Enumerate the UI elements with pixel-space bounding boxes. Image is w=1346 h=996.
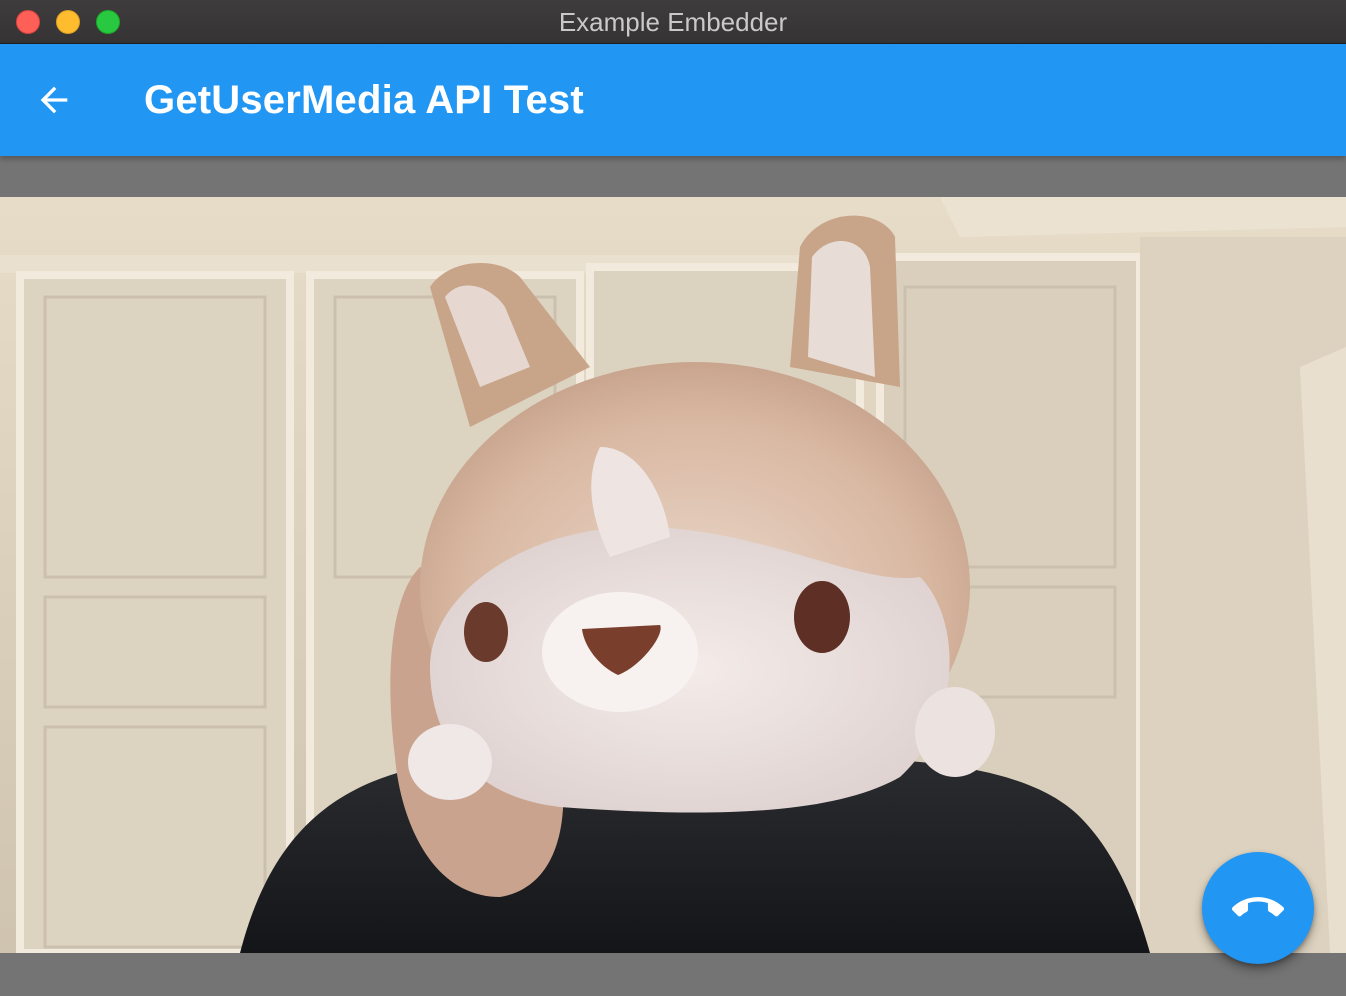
back-button[interactable] (22, 68, 86, 132)
window-titlebar: Example Embedder (0, 0, 1346, 44)
call-end-icon (1232, 897, 1284, 917)
window-title: Example Embedder (558, 7, 788, 37)
arrow-back-icon (40, 86, 68, 114)
camera-feed-image (0, 197, 1346, 953)
app-bar: GetUserMedia API Test (0, 44, 1346, 156)
page-title: GetUserMedia API Test (144, 78, 584, 122)
app-window: Example Embedder GetUserMedia API Test (0, 0, 1346, 996)
hangup-button[interactable] (1202, 852, 1314, 964)
video-preview (0, 197, 1346, 953)
